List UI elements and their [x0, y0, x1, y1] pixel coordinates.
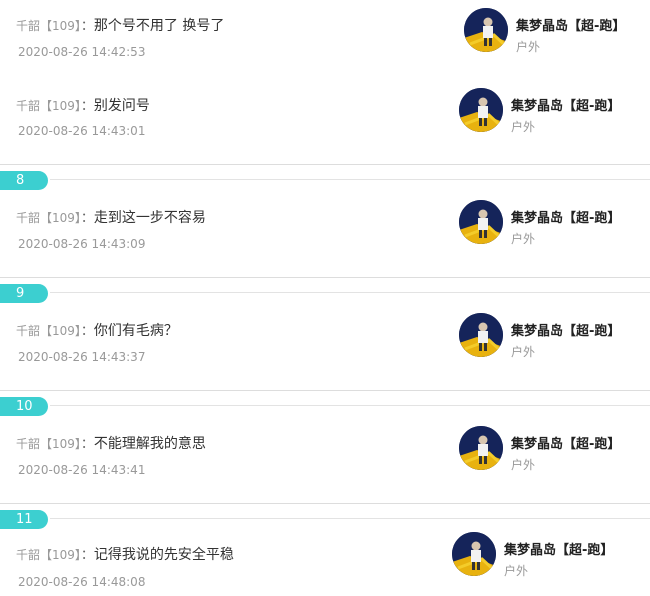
message-line: 千韶【109】：别发问号 [16, 97, 150, 116]
message-item: 千韶【109】：别发问号 2020-08-26 14:43:01 集梦晶岛【超-… [0, 82, 650, 164]
avatar[interactable] [459, 200, 503, 244]
user-card[interactable]: 集梦晶岛【超-跑】 户外 [459, 313, 639, 361]
user-category: 户外 [511, 458, 536, 472]
user-card[interactable]: 集梦晶岛【超-跑】 户外 [459, 426, 639, 474]
avatar[interactable] [459, 426, 503, 470]
user-card[interactable]: 集梦晶岛【超-跑】 户外 [459, 200, 639, 248]
user-card[interactable]: 集梦晶岛【超-跑】 户外 [452, 532, 632, 580]
message-timestamp: 2020-08-26 14:43:37 [18, 350, 146, 364]
avatar-image-icon [459, 313, 503, 357]
message-number-badge: 9 [0, 284, 48, 303]
message-colon: ： [80, 437, 94, 452]
divider [0, 277, 650, 278]
username[interactable]: 集梦晶岛【超-跑】 [504, 539, 613, 558]
message-text: 走到这一步不容易 [93, 210, 206, 226]
message-item: 千韶【109】：那个号不用了 换号了 2020-08-26 14:42:53 集… [0, 0, 650, 80]
message-text: 那个号不用了 换号了 [93, 18, 225, 34]
message-colon: ： [80, 99, 94, 114]
avatar-image-icon [464, 8, 508, 52]
message-colon: ： [80, 324, 94, 339]
message-colon: ： [80, 211, 94, 226]
message-text: 别发问号 [93, 98, 150, 114]
avatar-image-icon [452, 532, 496, 576]
message-item: 千韶【109】：不能理解我的意思 2020-08-26 14:43:41 集梦晶… [0, 421, 650, 503]
message-line: 千韶【109】：走到这一步不容易 [16, 209, 206, 228]
divider [50, 518, 650, 519]
message-number-badge: 8 [0, 171, 48, 190]
avatar-image-icon [459, 88, 503, 132]
sender-name[interactable]: 千韶【109】 [16, 211, 81, 225]
username[interactable]: 集梦晶岛【超-跑】 [511, 433, 620, 452]
message-line: 千韶【109】：记得我说的先安全平稳 [16, 546, 234, 565]
avatar[interactable] [459, 88, 503, 132]
avatar[interactable] [459, 313, 503, 357]
divider [0, 164, 650, 165]
message-timestamp: 2020-08-26 14:42:53 [18, 45, 146, 59]
message-timestamp: 2020-08-26 14:43:09 [18, 237, 146, 251]
username[interactable]: 集梦晶岛【超-跑】 [511, 320, 620, 339]
message-item: 千韶【109】：记得我说的先安全平稳 2020-08-26 14:48:08 集… [0, 532, 650, 596]
sender-name[interactable]: 千韶【109】 [16, 548, 81, 562]
username[interactable]: 集梦晶岛【超-跑】 [516, 15, 625, 34]
message-line: 千韶【109】：不能理解我的意思 [16, 435, 206, 454]
sender-name[interactable]: 千韶【109】 [16, 19, 81, 33]
user-card[interactable]: 集梦晶岛【超-跑】 户外 [459, 88, 639, 136]
user-category: 户外 [511, 120, 536, 134]
message-number-badge: 11 [0, 510, 48, 529]
message-text: 记得我说的先安全平稳 [93, 547, 234, 563]
sender-name[interactable]: 千韶【109】 [16, 99, 81, 113]
user-category: 户外 [511, 232, 536, 246]
message-item: 千韶【109】：你们有毛病？ 2020-08-26 14:43:37 集梦晶岛【… [0, 308, 650, 390]
avatar-image-icon [459, 426, 503, 470]
user-category: 户外 [504, 564, 529, 578]
message-timestamp: 2020-08-26 14:48:08 [18, 575, 146, 589]
divider [50, 292, 650, 293]
sender-name[interactable]: 千韶【109】 [16, 437, 81, 451]
message-timestamp: 2020-08-26 14:43:01 [18, 124, 146, 138]
message-number-badge: 10 [0, 397, 48, 416]
avatar[interactable] [452, 532, 496, 576]
message-text: 不能理解我的意思 [93, 436, 206, 452]
message-line: 千韶【109】：那个号不用了 换号了 [16, 17, 224, 36]
message-text: 你们有毛病？ [93, 323, 178, 339]
message-colon: ： [80, 548, 94, 563]
username[interactable]: 集梦晶岛【超-跑】 [511, 207, 620, 226]
message-timestamp: 2020-08-26 14:43:41 [18, 463, 146, 477]
divider [0, 390, 650, 391]
message-colon: ： [80, 19, 94, 34]
divider [50, 405, 650, 406]
user-category: 户外 [511, 345, 536, 359]
message-item: 千韶【109】：走到这一步不容易 2020-08-26 14:43:09 集梦晶… [0, 195, 650, 277]
user-card[interactable]: 集梦晶岛【超-跑】 户外 [464, 8, 644, 56]
username[interactable]: 集梦晶岛【超-跑】 [511, 95, 620, 114]
divider [0, 503, 650, 504]
avatar-image-icon [459, 200, 503, 244]
user-category: 户外 [516, 40, 541, 54]
avatar[interactable] [464, 8, 508, 52]
divider [50, 179, 650, 180]
sender-name[interactable]: 千韶【109】 [16, 324, 81, 338]
message-line: 千韶【109】：你们有毛病？ [16, 322, 178, 341]
